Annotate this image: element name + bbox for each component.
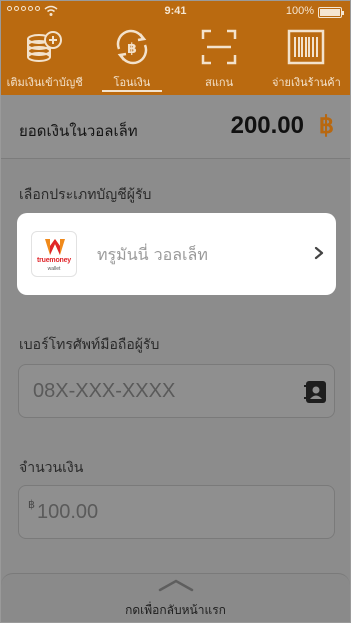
logo-text: truemoney [37, 257, 71, 264]
back-to-home-bar[interactable]: กดเพื่อกลับหน้าแรก [1, 573, 350, 622]
contact-book-icon[interactable] [304, 379, 328, 405]
recipient-phone-input[interactable] [19, 365, 334, 417]
chevron-right-icon [314, 246, 324, 260]
baht-symbol: ฿ [318, 112, 334, 139]
baht-transfer-icon: ฿ [116, 29, 148, 65]
amount-field[interactable]: ฿ [18, 485, 335, 539]
truemoney-logo: truemoney wallet [31, 231, 77, 277]
chevron-up-icon [158, 579, 193, 592]
nav-item-pay-merchant[interactable]: จ่ายเงินร้านค้า [263, 23, 350, 95]
coins-plus-icon [26, 31, 62, 62]
nav-item-transfer[interactable]: ฿ โอนเงิน [88, 23, 175, 95]
active-tab-indicator [102, 90, 162, 92]
amount-label: จำนวนเงิน [19, 460, 84, 476]
svg-text:฿: ฿ [127, 41, 137, 57]
nav-item-topup[interactable]: เติมเงินเข้าบัญชี [1, 23, 88, 95]
battery-icon [318, 7, 344, 18]
battery-percent: 100% [285, 5, 314, 17]
balance-amount: 200.00 [230, 112, 304, 139]
wallet-balance: ยอดเงินในวอลเล็ท 200.00 ฿ [1, 95, 350, 159]
top-nav: เติมเงินเข้าบัญชี ฿ โอนเงิน สแกน จ่ายเงิ… [1, 23, 350, 95]
recipient-type-selector[interactable]: truemoney wallet ทรูมันนี่ วอลเล็ท [17, 213, 336, 295]
recipient-type-label: เลือกประเภทบัญชีผู้รับ [19, 187, 152, 203]
status-bar: 9:41 100% [1, 1, 350, 23]
app-screen: 9:41 100% เติมเงินเข้าบัญชี ฿ โอนเงิน สแ… [0, 0, 351, 623]
nav-label-topup: เติมเงินเข้าบัญชี [6, 76, 83, 89]
logo-subtext: wallet [47, 266, 61, 272]
truemoney-w-icon [45, 239, 65, 255]
barcode-icon [288, 29, 325, 65]
nav-label-transfer: โอนเงิน [113, 76, 151, 89]
recipient-phone-label: เบอร์โทรศัพท์มือถือผู้รับ [19, 337, 160, 353]
recipient-phone-field[interactable] [18, 364, 335, 418]
nav-label-pay-merchant: จ่ายเงินร้านค้า [271, 76, 341, 89]
nav-item-scan[interactable]: สแกน [176, 23, 263, 95]
scan-frame-icon [201, 29, 237, 65]
back-to-home-label: กดเพื่อกลับหน้าแรก [125, 603, 226, 617]
nav-label-scan: สแกน [205, 76, 234, 89]
amount-input[interactable] [19, 486, 334, 538]
selected-wallet-name: ทรูมันนี่ วอลเล็ท [97, 245, 208, 264]
balance-label: ยอดเงินในวอลเล็ท [19, 122, 138, 140]
